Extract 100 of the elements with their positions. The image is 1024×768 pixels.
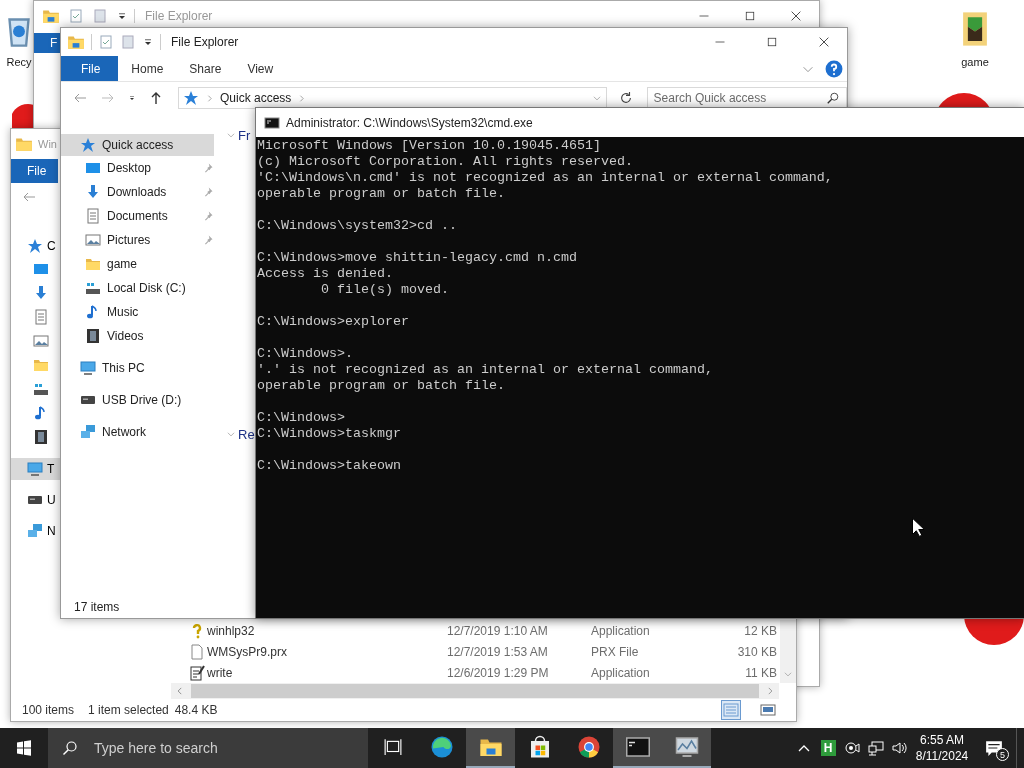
volume-icon[interactable] (892, 740, 908, 756)
terminal-icon (625, 735, 650, 759)
selection-count: 1 item selected (88, 703, 169, 717)
nav-item[interactable]: Pictures (61, 228, 226, 252)
file-name: write (207, 665, 234, 680)
file-size: 11 KB (744, 665, 777, 680)
nav-item[interactable]: Videos (61, 324, 226, 348)
taskbar-button[interactable] (662, 728, 711, 768)
nav-item[interactable]: Downloads (61, 180, 226, 204)
window-title: Win (38, 138, 57, 150)
file-type: Application (591, 665, 651, 680)
search-field[interactable]: Search Quick access (646, 87, 847, 109)
tray-app-icon[interactable]: H (820, 740, 836, 756)
file-row[interactable]: write 12/6/2019 1:29 PM Application 11 KB (171, 662, 780, 683)
network-icon[interactable] (868, 740, 884, 756)
vertical-scrollbar[interactable] (780, 620, 796, 683)
film-icon (85, 328, 101, 344)
search-input[interactable]: Type here to search (94, 740, 368, 756)
nav-item[interactable]: USB Drive (D:) (61, 388, 226, 412)
star-icon (80, 137, 96, 153)
desktop-icon-label[interactable]: Recy (6, 56, 32, 68)
selection-size: 48.4 KB (174, 703, 218, 717)
document-icon (33, 309, 49, 325)
app-icon[interactable] (12, 104, 33, 128)
console-line: '.' is not recognized as an internal or external command, (257, 362, 713, 378)
terminal-icon (264, 114, 280, 131)
close-icon[interactable] (817, 35, 831, 49)
nav-item[interactable]: Local Disk (C:) (61, 276, 226, 300)
network-icon (80, 424, 96, 440)
maximize-icon[interactable] (744, 10, 756, 22)
desktop-icon (33, 261, 49, 277)
nav-item[interactable]: This PC (61, 356, 226, 380)
desktop-icon (85, 160, 101, 176)
ribbon-tab[interactable]: Share (176, 56, 235, 81)
clock-date[interactable]: 8/11/2024 (915, 748, 969, 764)
folder-icon (42, 7, 60, 25)
console-line: 'C:\Windows\n.cmd' is not recognized as an internal or external command, (257, 170, 833, 186)
console-line: C:\Windows>explorer (257, 314, 409, 330)
drive-icon (33, 381, 49, 397)
clock-time[interactable]: 6:55 AM (920, 732, 964, 748)
computer-icon (80, 360, 96, 376)
file-row[interactable]: winhlp32 12/7/2019 1:10 AM Application 12 KB (171, 620, 780, 641)
browser-icon (576, 735, 601, 759)
caret-icon[interactable] (128, 94, 136, 102)
folder-icon (67, 33, 85, 51)
nav-item[interactable]: Quick access (61, 134, 214, 156)
file-row[interactable]: WMSysPr9.prx 12/7/2019 1:53 AM PRX File 310 KB (171, 641, 780, 662)
ribbon-tab[interactable]: F (34, 33, 60, 53)
chevron-icon (297, 93, 307, 103)
folder-icon (85, 256, 101, 272)
taskbar-button[interactable] (613, 728, 662, 768)
ribbon-tab[interactable]: Home (118, 56, 177, 81)
maximize-icon[interactable] (766, 36, 778, 48)
close-icon[interactable] (789, 9, 803, 23)
console-line: operable program or batch file. (257, 378, 505, 394)
group-header[interactable]: Fr (238, 127, 251, 143)
network-icon (27, 523, 43, 539)
star-icon (27, 238, 43, 254)
file-name: WMSysPr9.prx (207, 644, 288, 659)
film-icon (33, 429, 49, 445)
nav-item[interactable]: Network (61, 420, 226, 444)
nav-item[interactable]: C (11, 235, 60, 257)
taskbar-button[interactable] (466, 728, 515, 768)
ribbon-tab[interactable]: File (11, 159, 59, 183)
start-icon[interactable] (16, 740, 32, 756)
group-header[interactable]: Re (238, 426, 255, 442)
search-icon (826, 91, 840, 105)
console-line: Microsoft Windows [Version 10.0.19045.4651] (257, 138, 601, 154)
nav-item[interactable]: game (61, 252, 226, 276)
nav-item[interactable]: N (11, 520, 60, 542)
camera-icon[interactable] (844, 740, 860, 756)
search-input[interactable]: Search Quick access (653, 91, 826, 105)
ribbon-tab[interactable]: View (234, 56, 287, 81)
nav-item[interactable]: Music (61, 300, 226, 324)
ribbon-tab[interactable]: File (61, 56, 119, 81)
console-line: 0 file(s) moved. (320, 282, 449, 298)
notification-icon[interactable] (985, 739, 1003, 757)
file-size: 310 KB (736, 644, 777, 659)
nav-item[interactable]: U (11, 489, 60, 511)
file-date: 12/6/2019 1:29 PM (447, 665, 550, 680)
star-icon (183, 90, 199, 106)
caret-icon (142, 36, 154, 48)
check-icon (68, 8, 84, 24)
check-icon (98, 34, 114, 50)
console-line: (c) Microsoft Corporation. All rights reserved. (257, 154, 633, 170)
desktop-icon-label[interactable]: game (961, 56, 989, 68)
console-line: C:\Windows\system32>cd .. (257, 218, 457, 234)
download-icon (33, 285, 49, 301)
file-size: 12 KB (743, 623, 777, 638)
search-field[interactable]: Type here to search (48, 728, 368, 768)
console-line: C:\Windows>taskmgr (257, 426, 401, 442)
nav-item[interactable]: Documents (61, 204, 226, 228)
folder-icon (15, 135, 33, 153)
window-title: File Explorer (170, 35, 239, 49)
notification-count: 5 (996, 748, 1009, 761)
nav-item[interactable]: T (11, 458, 60, 480)
tiles-view-icon[interactable] (760, 702, 776, 718)
refresh-icon[interactable] (618, 91, 633, 105)
help-icon[interactable] (825, 59, 843, 78)
nav-item[interactable]: Desktop (61, 156, 226, 180)
